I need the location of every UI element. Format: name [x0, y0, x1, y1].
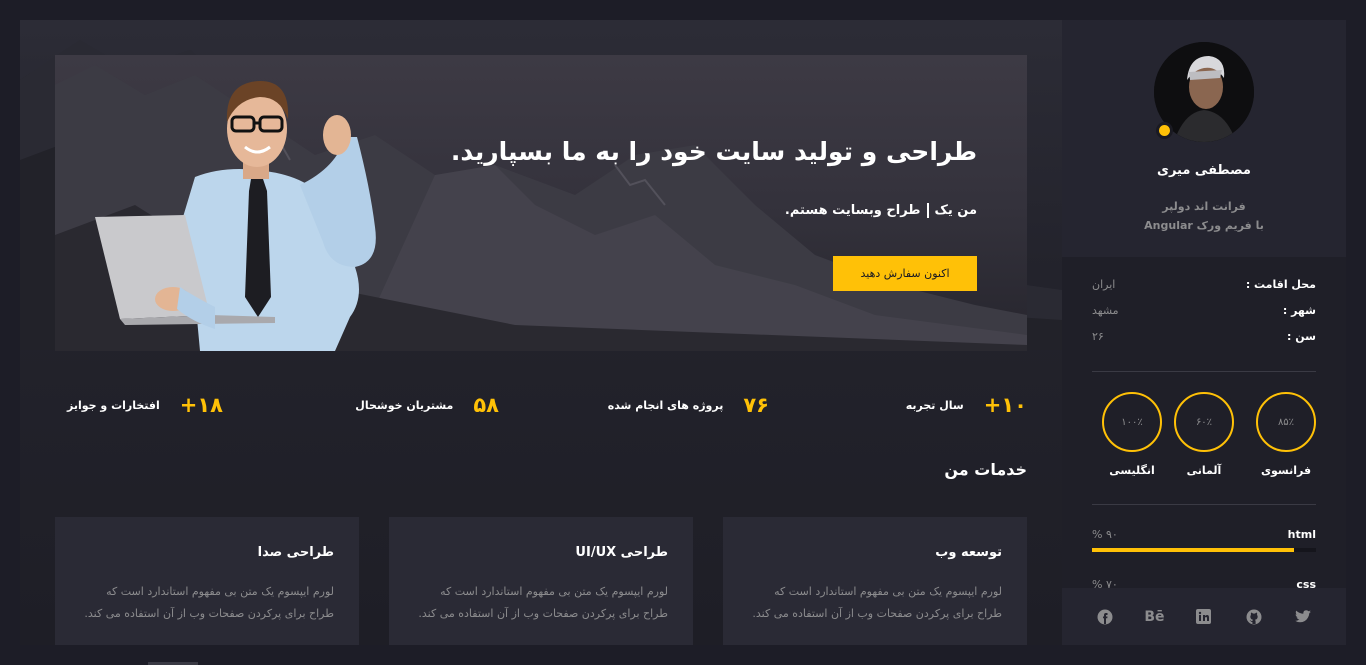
stat-clients: ۵۸ مشتریان خوشحال [355, 390, 499, 420]
skill-html: % ۹۰ html [1092, 528, 1316, 552]
service-card-sound[interactable]: طراحی صدا لورم ایپسوم یک متن بی مفهوم اس… [55, 517, 359, 645]
order-now-button[interactable]: اکنون سفارش دهید [833, 256, 977, 291]
service-title: توسعه وب [935, 545, 1002, 560]
page-frame: طراحی و تولید سایت خود را به ما بسپارید.… [20, 20, 1346, 645]
hero-title: طراحی و تولید سایت خود را به ما بسپارید. [450, 137, 977, 166]
services-title: خدمات من [944, 460, 1027, 479]
profile-header: مصطفی میری فرانت اند دولپر با فریم ورک A… [1062, 20, 1346, 257]
info-value: مشهد [1092, 304, 1119, 317]
hero-subtitle-role: طراح وبسایت هستم. [784, 203, 921, 218]
language-english: ۱۰۰٪ انگلیسی [1102, 392, 1162, 477]
info-key: محل اقامت : [1245, 278, 1316, 291]
info-key: سن : [1287, 330, 1316, 343]
social-links: Bē [1062, 588, 1346, 645]
main-content: طراحی و تولید سایت خود را به ما بسپارید.… [20, 20, 1062, 645]
divider [1092, 504, 1316, 505]
profile-sidebar: مصطفی میری فرانت اند دولپر با فریم ورک A… [1062, 20, 1346, 645]
stat-label: مشتریان خوشحال [355, 398, 454, 412]
services-cards: توسعه وب لورم ایپسوم یک متن بی مفهوم است… [55, 517, 1027, 645]
profile-info-list: محل اقامت : ایران شهر : مشهد سن : ۲۶ [1092, 278, 1316, 356]
language-ring: ۸۵٪ [1256, 392, 1316, 452]
twitter-icon[interactable] [1293, 607, 1313, 627]
service-title: طراحی صدا [257, 545, 334, 560]
info-row-residence: محل اقامت : ایران [1092, 278, 1316, 304]
stat-label: سال تجربه [905, 398, 964, 412]
online-status-dot [1156, 122, 1173, 139]
stat-label: پروژه های انجام شده [607, 398, 724, 412]
stat-projects: ۷۶ پروژه های انجام شده [608, 390, 769, 420]
language-german: ۶۰٪ آلمانی [1174, 392, 1234, 477]
stat-awards: ۱۸+ افتخارات و جوایز [67, 390, 223, 420]
stat-number: ۵۸ [473, 393, 499, 417]
info-value: ۲۶ [1092, 330, 1104, 343]
github-icon[interactable] [1244, 607, 1264, 627]
subtitle-separator [926, 203, 929, 218]
divider [1092, 371, 1316, 372]
service-title: طراحی UI/UX [575, 545, 668, 560]
hero-subtitle-prefix: من یک [934, 203, 977, 218]
service-description: لورم ایپسوم یک متن بی مفهوم استاندارد اس… [752, 585, 1002, 620]
avatar-container [1154, 42, 1254, 142]
language-ring: ۱۰۰٪ [1102, 392, 1162, 452]
skill-percent: % ۹۰ [1092, 528, 1118, 541]
skill-bar-fill [1092, 548, 1294, 552]
service-description: لورم ایپسوم یک متن بی مفهوم استاندارد اس… [418, 585, 668, 620]
stats-row: ۱۰+ سال تجربه ۷۶ پروژه های انجام شده ۵۸ … [55, 390, 1027, 420]
service-card-web[interactable]: توسعه وب لورم ایپسوم یک متن بی مفهوم است… [723, 517, 1027, 645]
skill-name: html [1287, 528, 1316, 541]
service-card-uiux[interactable]: طراحی UI/UX لورم ایپسوم یک متن بی مفهوم … [389, 517, 693, 645]
hero-banner: طراحی و تولید سایت خود را به ما بسپارید.… [55, 55, 1027, 351]
stat-number: ۷۶ [743, 393, 769, 417]
profile-role-line1: فرانت اند دولپر [1162, 200, 1246, 213]
languages-section: ۸۵٪ فرانسوی ۶۰٪ آلمانی ۱۰۰٪ انگلیسی [1092, 392, 1316, 482]
hero-subtitle: من یک طراح وبسایت هستم. [785, 203, 977, 218]
linkedin-icon[interactable] [1194, 607, 1214, 627]
stat-number: ۱۸+ [179, 393, 223, 417]
language-label: انگلیسی [1109, 464, 1155, 477]
facebook-icon[interactable] [1095, 607, 1115, 627]
language-label: فرانسوی [1260, 464, 1312, 477]
skill-bar [1092, 548, 1316, 552]
info-value: ایران [1092, 278, 1116, 291]
service-description: لورم ایپسوم یک متن بی مفهوم استاندارد اس… [84, 585, 334, 620]
profile-role-line2: با فریم ورک Angular [1144, 219, 1264, 232]
man-with-laptop-image [95, 81, 376, 351]
skill-header: % ۹۰ html [1092, 528, 1316, 541]
profile-name: مصطفی میری [1157, 163, 1251, 178]
stat-experience: ۱۰+ سال تجربه [906, 390, 1027, 420]
stat-label: افتخارات و جوایز [67, 398, 160, 412]
profile-role: فرانت اند دولپر با فریم ورک Angular [1062, 197, 1346, 235]
stat-number: ۱۰+ [983, 393, 1027, 417]
info-key: شهر : [1282, 304, 1316, 317]
behance-icon[interactable]: Bē [1144, 607, 1164, 627]
language-label: آلمانی [1186, 464, 1222, 477]
language-french: ۸۵٪ فرانسوی [1256, 392, 1316, 477]
info-row-age: سن : ۲۶ [1092, 330, 1316, 356]
language-ring: ۶۰٪ [1174, 392, 1234, 452]
info-row-city: شهر : مشهد [1092, 304, 1316, 330]
